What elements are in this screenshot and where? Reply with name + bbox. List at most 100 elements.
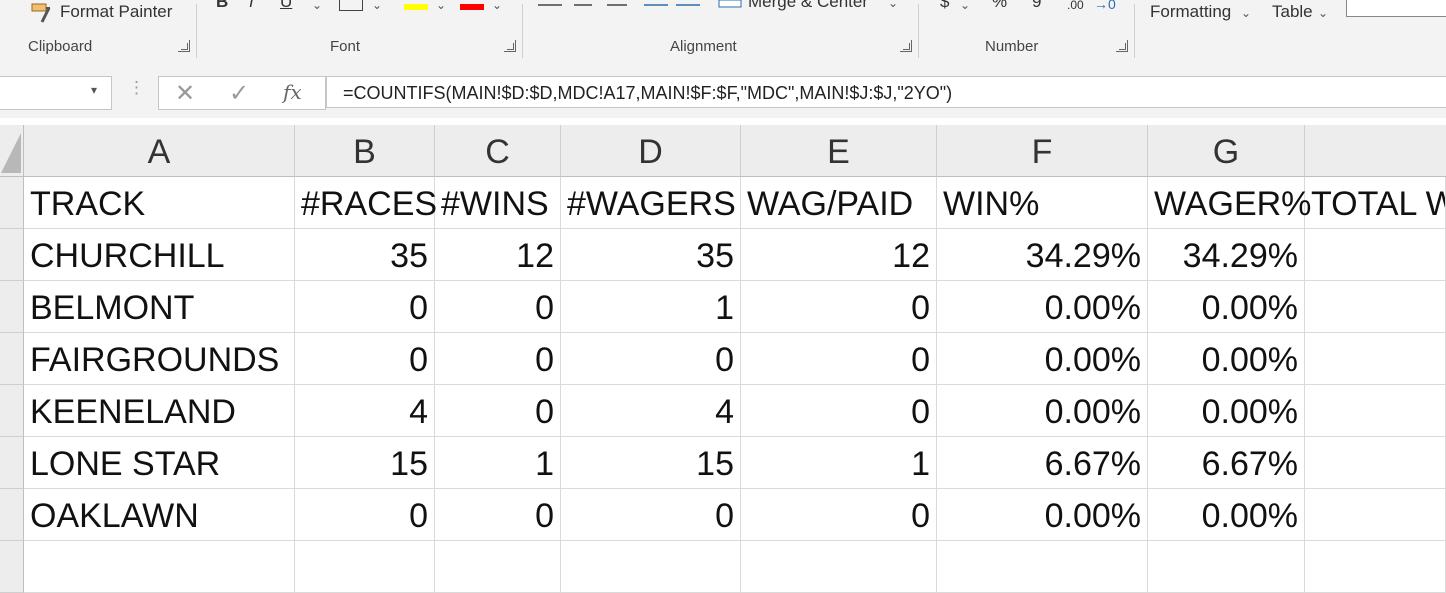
column-header-d[interactable]: D	[561, 125, 741, 177]
table-cell[interactable]	[435, 541, 561, 593]
table-cell[interactable]: KEENELAND	[24, 385, 295, 437]
table-cell[interactable]	[295, 541, 435, 593]
table-cell[interactable]	[1305, 229, 1446, 281]
table-cell[interactable]	[1305, 385, 1446, 437]
table-cell[interactable]: 0	[741, 385, 937, 437]
cell-styles-gallery[interactable]	[1346, 0, 1446, 17]
column-header-a[interactable]: A	[24, 125, 295, 177]
table-cell[interactable]: 1	[561, 281, 741, 333]
column-header-c[interactable]: C	[435, 125, 561, 177]
header-cell-wager-pct[interactable]: WAGER%	[1148, 177, 1311, 229]
table-cell[interactable]: 0	[741, 281, 937, 333]
number-launcher-icon[interactable]	[1116, 40, 1128, 52]
table-cell[interactable]: 12	[435, 229, 561, 281]
clipboard-launcher-icon[interactable]	[178, 40, 190, 52]
header-cell-total[interactable]: TOTAL W	[1305, 177, 1446, 229]
table-cell[interactable]: 0.00%	[1148, 281, 1305, 333]
currency-icon[interactable]: $	[940, 0, 949, 12]
enter-icon[interactable]: ✓	[229, 79, 249, 108]
table-cell[interactable]	[1305, 437, 1446, 489]
format-painter-button[interactable]: Format Painter	[30, 0, 180, 26]
chevron-down-icon[interactable]: ⌄	[492, 0, 502, 12]
table-cell[interactable]: OAKLAWN	[24, 489, 295, 541]
header-cell-races[interactable]: #RACES	[295, 177, 437, 229]
chevron-down-icon[interactable]: ⌄	[436, 0, 446, 12]
table-cell[interactable]: 0.00%	[1148, 333, 1305, 385]
table-cell[interactable]: 1	[741, 437, 937, 489]
header-cell-win-pct[interactable]: WIN%	[937, 177, 1148, 229]
table-cell[interactable]: 0.00%	[1148, 489, 1305, 541]
chevron-down-icon[interactable]: ▾	[91, 83, 97, 97]
table-cell[interactable]	[937, 541, 1148, 593]
table-cell[interactable]: 0	[435, 281, 561, 333]
table-cell[interactable]	[1305, 281, 1446, 333]
font-color-icon[interactable]	[460, 4, 484, 10]
row-header[interactable]	[0, 437, 24, 489]
table-cell[interactable]: 6.67%	[937, 437, 1148, 489]
increase-decimal-icon[interactable]: →0	[1094, 0, 1116, 12]
decrease-decimal-icon[interactable]: .00	[1067, 0, 1084, 12]
row-header[interactable]	[0, 281, 24, 333]
insert-function-icon[interactable]: fx	[283, 80, 302, 104]
column-header-g[interactable]: G	[1148, 125, 1305, 177]
table-cell[interactable]	[24, 541, 295, 593]
table-cell[interactable]	[1305, 541, 1446, 593]
table-cell[interactable]: 0	[561, 489, 741, 541]
table-cell[interactable]	[1305, 489, 1446, 541]
chevron-down-icon[interactable]: ⌄	[312, 0, 322, 12]
row-header[interactable]	[0, 541, 24, 593]
table-cell[interactable]: 0	[741, 489, 937, 541]
drag-handle-icon[interactable]: ⋮	[128, 78, 145, 98]
cancel-icon[interactable]: ✕	[175, 79, 195, 108]
column-header-b[interactable]: B	[295, 125, 435, 177]
row-header[interactable]	[0, 489, 24, 541]
table-cell[interactable]: 12	[741, 229, 937, 281]
table-cell[interactable]: 0	[435, 489, 561, 541]
table-cell[interactable]: 0.00%	[937, 333, 1148, 385]
table-cell[interactable]: 0.00%	[937, 489, 1148, 541]
percent-icon[interactable]: %	[992, 0, 1007, 12]
table-cell[interactable]: 0.00%	[1148, 385, 1305, 437]
table-cell[interactable]: 15	[295, 437, 435, 489]
row-header[interactable]	[0, 177, 24, 229]
table-cell[interactable]: 1	[435, 437, 561, 489]
table-cell[interactable]: 0	[561, 333, 741, 385]
select-all-button[interactable]	[0, 125, 24, 177]
table-cell[interactable]: 4	[295, 385, 435, 437]
table-cell[interactable]: 0	[741, 333, 937, 385]
table-cell[interactable]: 15	[561, 437, 741, 489]
table-cell[interactable]: CHURCHILL	[24, 229, 295, 281]
table-cell[interactable]: 0	[295, 333, 435, 385]
borders-icon[interactable]	[339, 0, 363, 11]
row-header[interactable]	[0, 385, 24, 437]
table-cell[interactable]: 0.00%	[937, 281, 1148, 333]
alignment-launcher-icon[interactable]	[900, 40, 912, 52]
table-cell[interactable]: 0.00%	[937, 385, 1148, 437]
font-launcher-icon[interactable]	[504, 40, 516, 52]
name-box[interactable]: ▾	[0, 76, 112, 110]
table-cell[interactable]: FAIRGROUNDS	[24, 333, 295, 385]
table-cell[interactable]	[1305, 333, 1446, 385]
underline-icon[interactable]: U	[280, 0, 292, 12]
table-cell[interactable]: 0	[435, 385, 561, 437]
increase-indent-icon[interactable]	[676, 0, 702, 10]
column-header-f[interactable]: F	[937, 125, 1148, 177]
header-cell-track[interactable]: TRACK	[24, 177, 295, 229]
merge-center-button[interactable]: Merge & Center ⌄	[718, 0, 908, 16]
table-cell[interactable]: 35	[561, 229, 741, 281]
header-cell-wagers[interactable]: #WAGERS	[561, 177, 741, 229]
bold-icon[interactable]: B	[216, 0, 228, 12]
table-cell[interactable]: 0	[435, 333, 561, 385]
table-cell[interactable]	[1148, 541, 1305, 593]
chevron-down-icon[interactable]: ⌄	[960, 0, 970, 12]
align-right-icon[interactable]	[603, 0, 629, 10]
header-cell-wag-paid[interactable]: WAG/PAID	[741, 177, 937, 229]
table-cell[interactable]	[741, 541, 937, 593]
table-cell[interactable]: 6.67%	[1148, 437, 1305, 489]
italic-icon[interactable]: I	[249, 0, 254, 12]
column-header-e[interactable]: E	[741, 125, 937, 177]
table-cell[interactable]: 34.29%	[937, 229, 1148, 281]
fill-color-icon[interactable]	[404, 4, 428, 10]
table-cell[interactable]: BELMONT	[24, 281, 295, 333]
format-as-table-button[interactable]: Table ⌄	[1272, 0, 1342, 24]
